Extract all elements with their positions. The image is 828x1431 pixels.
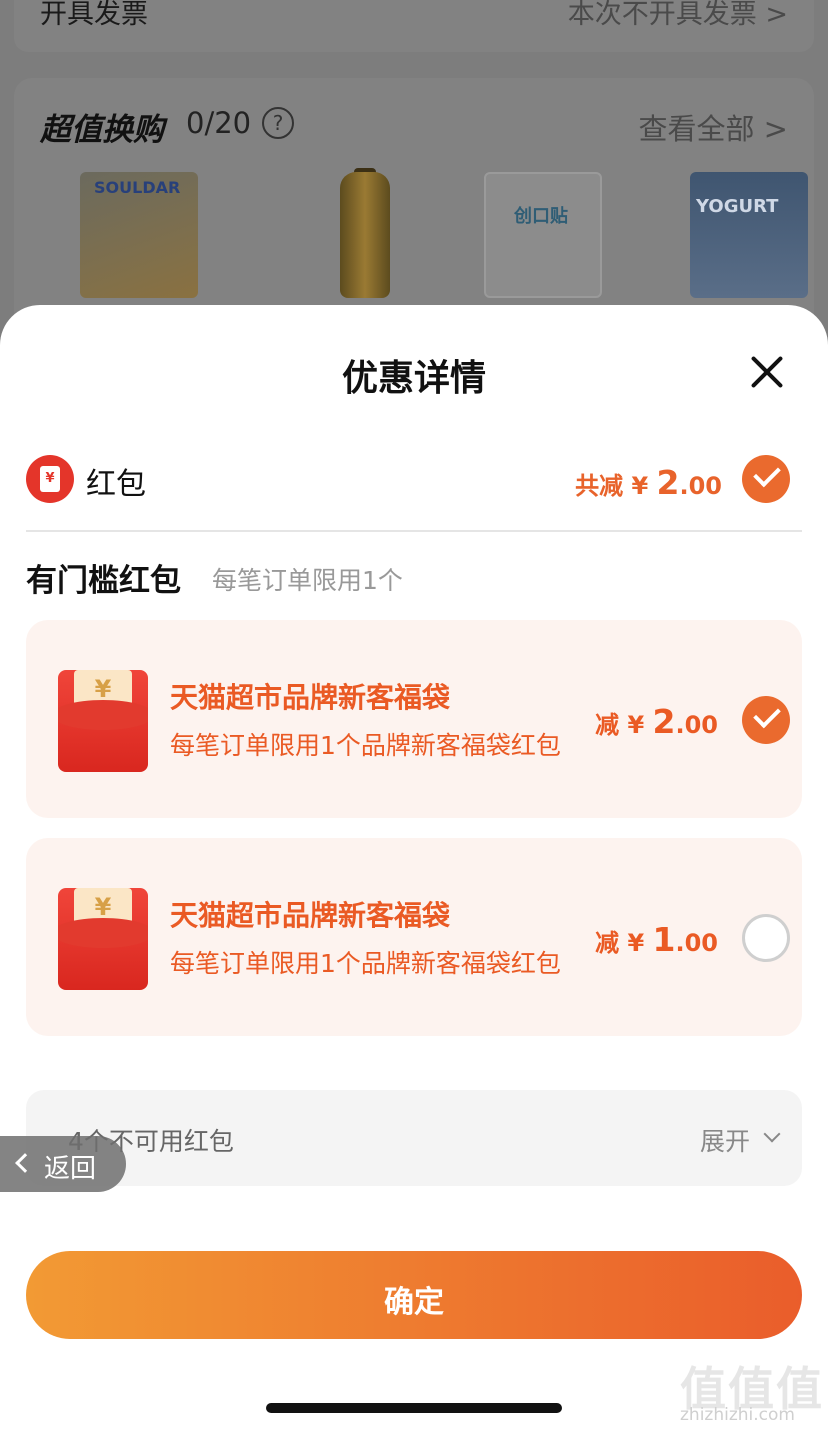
back-label: 返回 xyxy=(44,1154,97,1184)
total-prefix: 共减 ¥ xyxy=(575,472,657,500)
red-packet-icon: ¥ xyxy=(26,455,74,503)
background-page: 开具发票 本次不开具发票 > 超值换购 0/20 ? 查看全部 > SOULDA… xyxy=(0,0,828,340)
unavailable-red-packets-row[interactable]: 4个不可用红包 展开 xyxy=(26,1090,802,1186)
amount-dec: .00 xyxy=(675,929,718,957)
total-int: 2 xyxy=(656,463,680,502)
product-image xyxy=(340,172,390,298)
product-brand: 创口贴 xyxy=(514,206,568,227)
amount-prefix: 减 ¥ xyxy=(595,711,653,739)
home-indicator xyxy=(266,1403,562,1413)
red-packet-row[interactable]: ¥ 红包 共减 ¥ 2.00 xyxy=(26,455,802,505)
exchange-count: 0/20 xyxy=(186,106,252,140)
invoice-row[interactable]: 开具发票 本次不开具发票 > xyxy=(14,0,814,52)
amount-prefix: 减 ¥ xyxy=(595,929,653,957)
product-image: SOULDAR xyxy=(80,172,198,298)
total-dec: .00 xyxy=(679,472,722,500)
expand-link[interactable]: 展开 xyxy=(700,1122,750,1158)
red-packet-total: 共减 ¥ 2.00 xyxy=(575,463,722,502)
confirm-label: 确定 xyxy=(384,1285,444,1320)
coupon-desc: 每笔订单限用1个品牌新客福袋红包 xyxy=(170,949,561,978)
exchange-title: 超值换购 xyxy=(40,112,164,148)
product-bandage[interactable]: 创口贴 xyxy=(484,172,602,298)
confirm-button[interactable]: 确定 xyxy=(26,1251,802,1339)
red-envelope-icon: ¥ xyxy=(58,670,148,772)
sheet-title: 优惠详情 xyxy=(341,358,486,399)
red-envelope-icon: ¥ xyxy=(58,888,148,990)
red-packet-glyph: ¥ xyxy=(40,466,60,492)
invoice-value: 本次不开具发票 > xyxy=(567,0,788,30)
exchange-card: 超值换购 0/20 ? 查看全部 > SOULDAR 创口贴 YOGURT xyxy=(14,78,814,340)
product-yogurt[interactable]: YOGURT xyxy=(690,172,808,298)
view-all-link[interactable]: 查看全部 > xyxy=(638,106,788,148)
coupon-name: 天猫超市品牌新客福袋 xyxy=(170,899,451,932)
coupon-card[interactable]: ¥ 天猫超市品牌新客福袋 每笔订单限用1个品牌新客福袋红包 减 ¥ 1.00 xyxy=(26,838,802,1036)
red-packet-checkbox[interactable] xyxy=(742,455,790,503)
chevron-left-icon xyxy=(15,1153,35,1173)
close-icon[interactable] xyxy=(748,353,786,391)
product-brand: SOULDAR xyxy=(94,178,181,197)
invoice-label: 开具发票 xyxy=(40,0,148,30)
amount-int: 2 xyxy=(652,702,676,741)
coupon-name: 天猫超市品牌新客福袋 xyxy=(170,681,451,714)
coupon-desc: 每笔订单限用1个品牌新客福袋红包 xyxy=(170,731,561,760)
coupon-card[interactable]: ¥ 天猫超市品牌新客福袋 每笔订单限用1个品牌新客福袋红包 减 ¥ 2.00 xyxy=(26,620,802,818)
product-image: 创口贴 xyxy=(484,172,602,298)
amount-dec: .00 xyxy=(675,711,718,739)
envelope-flap xyxy=(58,700,148,730)
red-packet-label: 红包 xyxy=(86,467,146,502)
coupon-amount: 减 ¥ 2.00 xyxy=(595,702,718,741)
watermark-url: zhizhizhi.com xyxy=(680,1405,795,1425)
section-subtitle: 每笔订单限用1个 xyxy=(212,566,403,595)
coupon-checkbox[interactable] xyxy=(742,696,790,744)
product-image: YOGURT xyxy=(690,172,808,298)
chevron-down-icon xyxy=(763,1125,781,1143)
divider xyxy=(26,530,802,532)
amount-int: 1 xyxy=(652,920,676,959)
coupon-checkbox[interactable] xyxy=(742,914,790,962)
product-brand: YOGURT xyxy=(696,196,779,217)
question-circle-icon[interactable]: ? xyxy=(262,107,294,139)
coupon-amount: 减 ¥ 1.00 xyxy=(595,920,718,959)
product-beer[interactable] xyxy=(306,168,424,298)
product-cracker[interactable]: SOULDAR xyxy=(80,172,198,298)
discount-detail-sheet: 优惠详情 ¥ 红包 共减 ¥ 2.00 有门槛红包 每笔订单限用1个 ¥ 天猫超… xyxy=(0,305,828,1431)
envelope-flap xyxy=(58,918,148,948)
back-button[interactable]: 返回 xyxy=(0,1136,126,1192)
section-title: 有门槛红包 xyxy=(26,563,181,599)
